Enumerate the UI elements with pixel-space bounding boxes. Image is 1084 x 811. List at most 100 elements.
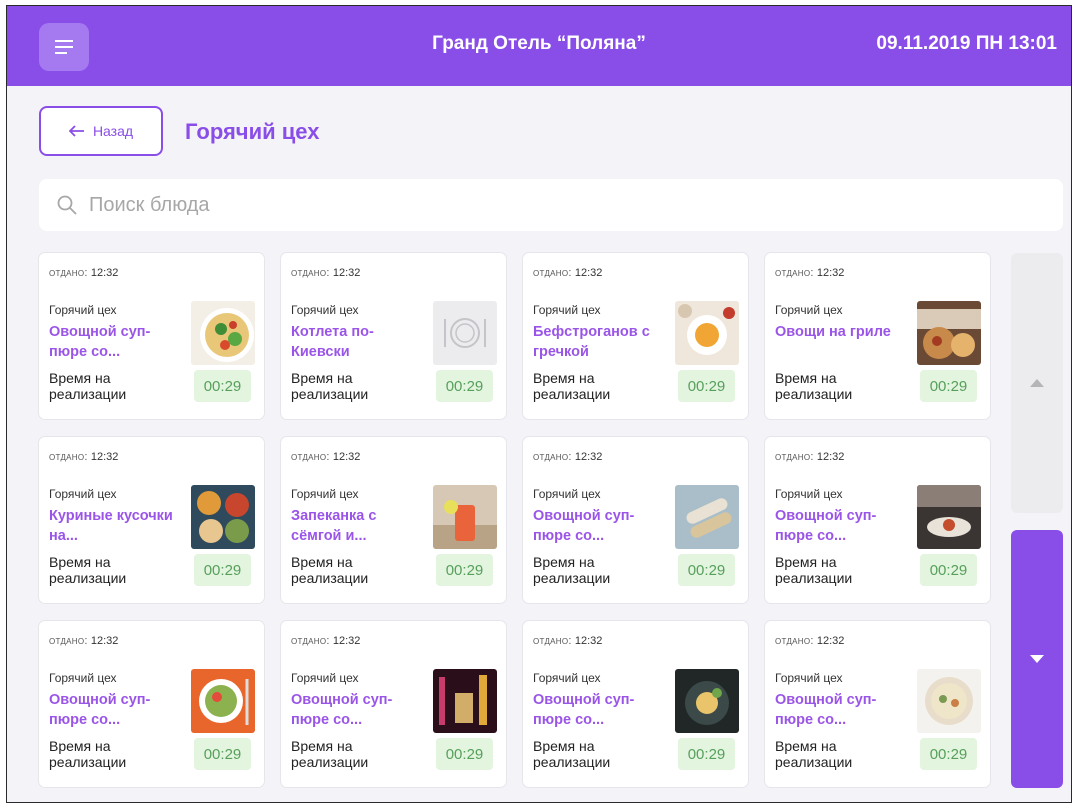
given-label: отдано: <box>49 267 88 279</box>
given-time-value: 12:32 <box>574 267 603 279</box>
department-label: Горячий цех <box>775 671 843 685</box>
scroll-down-button[interactable] <box>1011 530 1063 788</box>
platter-photo <box>191 485 255 549</box>
dish-name: Овощной суп-пюре со... <box>533 508 635 544</box>
department-label: Горячий цех <box>49 303 117 317</box>
realization-label: Время на реализации <box>291 554 369 586</box>
realization-label: Время на реализации <box>775 370 853 402</box>
given-time: отдано: 12:32 <box>291 635 360 647</box>
restaurant-photo <box>917 485 981 549</box>
department-label: Горячий цех <box>49 487 117 501</box>
given-time-value: 12:32 <box>332 635 361 647</box>
triangle-down-icon <box>1030 655 1044 663</box>
menu-button[interactable] <box>39 23 89 71</box>
search-icon <box>57 195 77 215</box>
given-time-value: 12:32 <box>574 635 603 647</box>
given-label: отдано: <box>533 267 572 279</box>
order-card[interactable]: отдано: 12:32 Горячий цех Овощной суп-пюре… <box>523 621 748 787</box>
department-label: Горячий цех <box>291 671 359 685</box>
given-time-value: 12:32 <box>332 267 361 279</box>
given-label: отдано: <box>49 451 88 463</box>
given-label: отдано: <box>775 267 814 279</box>
department-label: Горячий цех <box>775 487 843 501</box>
triangle-up-icon <box>1030 379 1044 387</box>
department-label: Горячий цех <box>291 303 359 317</box>
app-frame: Гранд Отель “Поляна” 09.11.2019 ПН 13:01… <box>6 5 1072 803</box>
menu-icon <box>55 40 73 54</box>
given-time: отдано: 12:32 <box>533 267 602 279</box>
order-card[interactable]: отдано: 12:32 Горячий цех Котлета по-Киевс… <box>281 253 506 419</box>
given-time-value: 12:32 <box>90 635 119 647</box>
given-time-value: 12:32 <box>816 267 845 279</box>
realization-label: Время на реализации <box>291 370 369 402</box>
order-card[interactable]: отдано: 12:32 Горячий цех Овощной суп-пюре… <box>523 437 748 603</box>
given-time-value: 12:32 <box>90 451 119 463</box>
grill-photo <box>917 301 981 365</box>
given-time-value: 12:32 <box>574 451 603 463</box>
arrow-left-icon <box>68 125 84 137</box>
given-label: отдано: <box>775 451 814 463</box>
realization-label: Время на реализации <box>49 370 127 402</box>
given-label: отдано: <box>533 635 572 647</box>
order-card[interactable]: отдано: 12:32 Горячий цех Овощной суп-пюре… <box>765 621 990 787</box>
department-label: Горячий цех <box>775 303 843 317</box>
realization-label: Время на реализации <box>533 370 611 402</box>
department-label: Горячий цех <box>533 487 601 501</box>
page-title: Горячий цех <box>185 119 320 144</box>
dish-name: Куриные кусочки на... <box>49 508 173 544</box>
order-card[interactable]: отдано: 12:32 Горячий цех Куриные кусочки … <box>39 437 264 603</box>
search-input[interactable] <box>87 192 991 218</box>
given-time-value: 12:32 <box>332 451 361 463</box>
given-time: отдано: 12:32 <box>775 451 844 463</box>
timer-badge: 00:29 <box>678 370 735 402</box>
order-card[interactable]: отдано: 12:32 Горячий цех Овощной суп-пюре… <box>281 621 506 787</box>
given-time: отдано: 12:32 <box>49 267 118 279</box>
scroll-up-button[interactable] <box>1011 253 1063 513</box>
realization-label: Время на реализации <box>533 738 611 770</box>
cocktail-photo <box>433 485 497 549</box>
order-card[interactable]: отдано: 12:32 Горячий цех Бефстроганов с г… <box>523 253 748 419</box>
rolls-photo <box>675 485 739 549</box>
timer-badge: 00:29 <box>678 554 735 586</box>
timer-badge: 00:29 <box>436 554 493 586</box>
order-card[interactable]: отдано: 12:32 Горячий цех Овощной суп-пюре… <box>39 621 264 787</box>
top-bar: Гранд Отель “Поляна” 09.11.2019 ПН 13:01 <box>7 6 1071 86</box>
soup-bowl-photo <box>917 669 981 733</box>
dish-name: Овощной суп-пюре со... <box>291 692 393 728</box>
dish-name: Овощной суп-пюре со... <box>775 508 877 544</box>
given-time-value: 12:32 <box>90 267 119 279</box>
given-time: отдано: 12:32 <box>775 267 844 279</box>
given-time: отдано: 12:32 <box>533 451 602 463</box>
dish-name: Овощи на гриле <box>775 324 891 340</box>
department-label: Горячий цех <box>533 671 601 685</box>
search-bar[interactable] <box>39 179 1063 231</box>
given-time-value: 12:32 <box>816 635 845 647</box>
datetime: 09.11.2019 ПН 13:01 <box>876 33 1057 54</box>
given-label: отдано: <box>49 635 88 647</box>
timer-badge: 00:29 <box>194 370 251 402</box>
order-card[interactable]: отдано: 12:32 Горячий цех Овощной суп-пюре… <box>39 253 264 419</box>
order-card[interactable]: отдано: 12:32 Горячий цех Овощной суп-пюре… <box>765 437 990 603</box>
order-card[interactable]: отдано: 12:32 Горячий цех Запеканка с сёмг… <box>281 437 506 603</box>
given-time: отдано: 12:32 <box>533 635 602 647</box>
department-label: Горячий цех <box>291 487 359 501</box>
realization-label: Время на реализации <box>775 554 853 586</box>
department-label: Горячий цех <box>49 671 117 685</box>
timer-badge: 00:29 <box>678 738 735 770</box>
dish-name: Запеканка с сёмгой и... <box>291 508 377 544</box>
timer-badge: 00:29 <box>436 370 493 402</box>
department-label: Горячий цех <box>533 303 601 317</box>
timer-badge: 00:29 <box>194 738 251 770</box>
dish-name: Овощной суп-пюре со... <box>533 692 635 728</box>
back-button[interactable]: Назад <box>39 106 163 156</box>
bowl-orange-photo <box>191 669 255 733</box>
given-time-value: 12:32 <box>816 451 845 463</box>
timer-badge: 00:29 <box>920 554 977 586</box>
given-label: отдано: <box>291 267 330 279</box>
timer-badge: 00:29 <box>920 370 977 402</box>
timer-badge: 00:29 <box>920 738 977 770</box>
order-card[interactable]: отдано: 12:32 Горячий цех Овощи на гриле Вр… <box>765 253 990 419</box>
given-label: отдано: <box>291 451 330 463</box>
back-button-label: Назад <box>92 123 134 139</box>
salad-photo <box>191 301 255 365</box>
